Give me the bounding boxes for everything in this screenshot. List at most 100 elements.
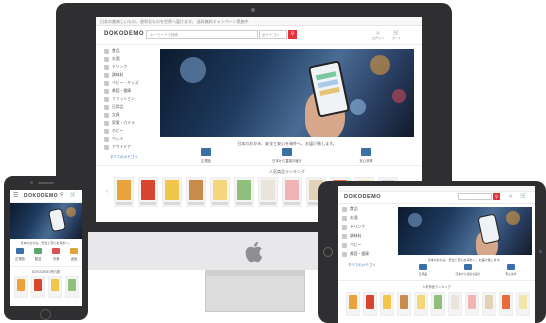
- payment-icon: [507, 264, 515, 270]
- tablet-camera: [539, 250, 542, 253]
- phone-feature[interactable]: 正規品: [12, 248, 28, 261]
- hero-bokeh: [66, 207, 76, 217]
- product-card[interactable]: [431, 292, 445, 316]
- desktop-search-category-select[interactable]: 全カテゴリ: [259, 30, 287, 39]
- desktop-login-button[interactable]: ☺ ログイン: [372, 30, 384, 40]
- user-icon[interactable]: ☺: [508, 193, 513, 199]
- product-card[interactable]: [138, 177, 158, 207]
- desktop-logo[interactable]: DOKODEMO: [104, 31, 144, 37]
- product-card[interactable]: [448, 292, 462, 316]
- phone-screen: ☰ DOKODEMO ⚲ 🛒 日本のおかみ、安全と安心を海外へ。 正規品 配送 …: [10, 190, 82, 306]
- product-card[interactable]: [465, 292, 479, 316]
- feature-secure-payment: 安心決済: [498, 264, 524, 276]
- product-card[interactable]: [499, 292, 513, 316]
- tablet-hero-banner[interactable]: [398, 207, 532, 255]
- hero-bokeh: [350, 99, 366, 115]
- product-card[interactable]: [114, 177, 134, 207]
- sidebar-item[interactable]: 調味料: [104, 73, 123, 78]
- sidebar-item[interactable]: 美容・健康: [104, 89, 131, 94]
- product-card[interactable]: [363, 292, 377, 316]
- phone-logo[interactable]: DOKODEMO: [24, 193, 58, 199]
- sidebar-item[interactable]: 美容・健康: [342, 252, 369, 257]
- sidebar-item[interactable]: 文具: [104, 113, 120, 118]
- sidebar-more-link[interactable]: すべてのカテゴリ: [110, 155, 138, 160]
- phone-feature[interactable]: 配送: [30, 248, 46, 261]
- product-card[interactable]: [65, 276, 79, 298]
- apple-logo-icon: [245, 241, 263, 263]
- product-card[interactable]: [162, 177, 182, 207]
- sidebar-item[interactable]: ドリンク: [104, 65, 127, 70]
- truck-icon: [34, 248, 42, 254]
- imac-camera: [251, 8, 255, 12]
- desktop-cart-button[interactable]: 🛒 カート: [392, 30, 401, 40]
- sidebar-item[interactable]: ホビー: [104, 129, 123, 134]
- sidebar-item[interactable]: アウトドア: [104, 145, 131, 150]
- product-card[interactable]: [186, 177, 206, 207]
- product-card[interactable]: [397, 292, 411, 316]
- carousel-prev-icon[interactable]: ‹: [106, 189, 108, 195]
- sidebar-item-label: アウトドア: [112, 145, 131, 149]
- sidebar-item[interactable]: 調味料: [342, 234, 361, 239]
- product-card[interactable]: [414, 292, 428, 316]
- sidebar-more-link[interactable]: すべてのカテゴリ: [348, 263, 376, 268]
- tablet-search-input[interactable]: [458, 193, 492, 200]
- tablet-logo[interactable]: DOKODEMO: [344, 194, 381, 200]
- desktop-search-input[interactable]: キーワードで検索: [146, 30, 258, 39]
- certificate-icon: [16, 248, 24, 254]
- sidebar-item[interactable]: 食品: [104, 49, 120, 54]
- phone-feature[interactable]: 返品: [66, 248, 82, 261]
- product-card[interactable]: [380, 292, 394, 316]
- category-icon: [104, 65, 109, 70]
- product-card[interactable]: [14, 276, 28, 298]
- hero-smartphone: [47, 207, 67, 233]
- product-card[interactable]: [31, 276, 45, 298]
- desktop-search-button[interactable]: ⚲: [288, 30, 297, 39]
- product-card[interactable]: [258, 177, 278, 207]
- cart-icon[interactable]: 🛒: [520, 193, 526, 199]
- category-icon: [104, 73, 109, 78]
- category-icon: [104, 129, 109, 134]
- sidebar-item[interactable]: ファッション: [104, 97, 135, 102]
- imac-stand: [205, 270, 305, 312]
- payment-icon: [361, 148, 371, 156]
- product-card[interactable]: [346, 292, 360, 316]
- category-icon: [104, 81, 109, 86]
- phone-hero-banner[interactable]: [10, 203, 82, 239]
- product-card[interactable]: [234, 177, 254, 207]
- product-card[interactable]: [482, 292, 496, 316]
- feature-genuine: 正規品: [186, 148, 226, 163]
- desktop-hero-banner[interactable]: [160, 49, 414, 137]
- sidebar-item-label: 調味料: [112, 73, 124, 77]
- sidebar-item-label: ファッション: [112, 97, 135, 101]
- feature-label: 配送: [34, 257, 42, 261]
- product-card[interactable]: [282, 177, 302, 207]
- phone-home-button[interactable]: [40, 309, 51, 320]
- feature-label: 決済: [52, 257, 60, 261]
- sidebar-item[interactable]: 家電・カメラ: [104, 121, 135, 126]
- tablet-search-button[interactable]: ⚲: [493, 193, 500, 200]
- sidebar-item[interactable]: 食品: [342, 207, 358, 212]
- search-icon[interactable]: ⚲: [60, 192, 64, 198]
- hamburger-icon[interactable]: ☰: [13, 192, 18, 199]
- product-card[interactable]: [48, 276, 62, 298]
- sidebar-item[interactable]: お酒: [342, 216, 358, 221]
- product-card[interactable]: [210, 177, 230, 207]
- search-icon: ⚲: [290, 31, 295, 37]
- phone-ranking-title: DOKODEMO売れ筋: [31, 270, 61, 274]
- sidebar-item[interactable]: ペット: [104, 137, 123, 142]
- sidebar-item[interactable]: ドリンク: [342, 225, 365, 230]
- phone-feature[interactable]: 決済: [48, 248, 64, 261]
- sidebar-item[interactable]: お酒: [104, 57, 120, 62]
- category-icon: [342, 252, 347, 257]
- category-icon: [342, 234, 347, 239]
- category-icon: [104, 145, 109, 150]
- product-card[interactable]: [516, 292, 530, 316]
- sidebar-item-label: 文具: [112, 113, 120, 117]
- hero-bokeh: [408, 213, 422, 227]
- sidebar-item[interactable]: 日用品: [104, 105, 123, 110]
- sidebar-item[interactable]: ベビー: [342, 243, 361, 248]
- tablet-home-button[interactable]: [323, 247, 333, 257]
- cart-icon[interactable]: 🛒: [70, 192, 76, 198]
- sidebar-item[interactable]: ベビー・キッズ: [104, 81, 139, 86]
- sidebar-item-label: 食品: [112, 49, 120, 53]
